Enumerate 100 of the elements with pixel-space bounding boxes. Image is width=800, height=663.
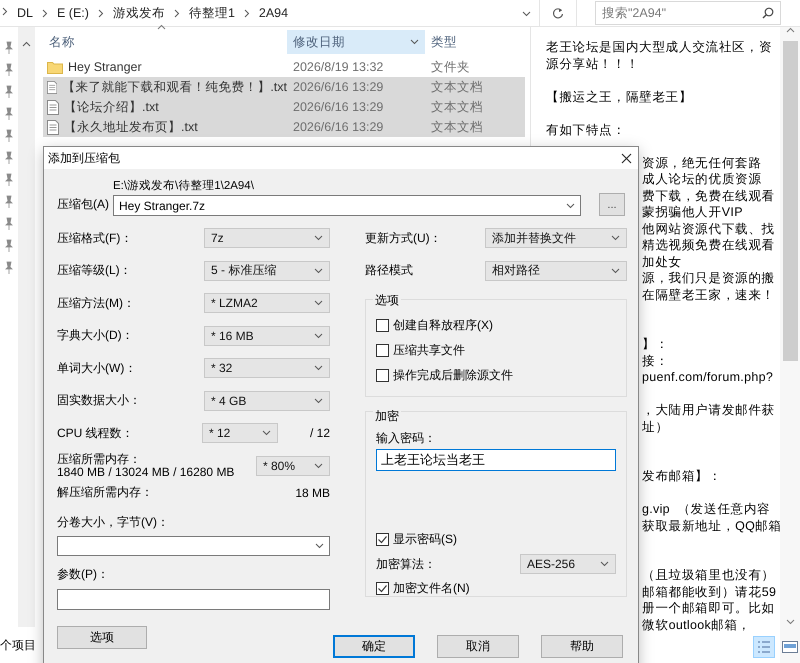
field-label: 更新方式(U)： <box>365 230 442 247</box>
parameters-field[interactable] <box>57 588 330 610</box>
preview-text-line: 册一个邮箱即可。比如 <box>642 600 775 616</box>
checkbox[interactable] <box>376 533 389 546</box>
dropdown[interactable]: * 16 MB <box>204 326 330 346</box>
checkbox-label: 操作完成后删除源文件 <box>393 367 513 384</box>
dropdown[interactable]: * 32 <box>204 358 330 378</box>
file-row[interactable]: 【来了就能下载和观看！纯免费！】.txt 2026/6/16 13:29 文本文档 <box>43 77 525 97</box>
details-view-icon[interactable] <box>753 636 775 658</box>
breadcrumb-item[interactable]: 游戏发布 <box>112 4 165 22</box>
dropdown[interactable]: 7z <box>204 228 330 248</box>
memory-usage: 1840 MB / 13024 MB / 16280 MB <box>57 466 234 478</box>
field-label: 解压缩所需内存： <box>57 484 153 501</box>
dropdown[interactable]: * 12 <box>202 423 278 444</box>
field-label: 单词大小(W)： <box>57 360 136 377</box>
preview-text-line: 费下载，免费在线观看 <box>642 188 775 204</box>
file-row[interactable]: Hey Stranger 2026/8/19 13:32 文件夹 <box>43 57 525 77</box>
scrollbar-thumb[interactable] <box>782 41 798 361</box>
chevron-up-icon <box>786 27 794 33</box>
status-text: 个项目 <box>0 637 37 654</box>
archive-name-field[interactable]: Hey Stranger.7z <box>113 195 581 216</box>
dropdown[interactable]: 添加并替换文件 <box>485 228 627 248</box>
checkbox[interactable] <box>376 582 389 595</box>
dropdown[interactable]: * LZMA2 <box>204 293 330 314</box>
scrollbar[interactable] <box>780 27 800 663</box>
preview-text-line: 邮箱都能收到）请花59 <box>642 584 776 600</box>
file-name: Hey Stranger <box>68 60 142 74</box>
breadcrumb-item[interactable]: DL <box>17 6 33 20</box>
preview-text-line: 老王论坛是国内大型成人交流社区，资 <box>546 39 772 56</box>
file-name: 【永久地址发布页】.txt <box>64 118 198 136</box>
refresh-icon[interactable] <box>552 7 564 19</box>
dropdown-icon[interactable] <box>522 11 531 17</box>
dropdown[interactable]: * 4 GB <box>204 390 330 411</box>
file-date: 2026/6/16 13:29 <box>292 100 384 114</box>
dialog-button[interactable]: 取消 <box>437 635 519 658</box>
breadcrumb-item[interactable]: 2A94 <box>258 6 288 20</box>
dialog-button[interactable]: 帮助 <box>541 635 623 658</box>
scrollbar[interactable] <box>18 27 35 627</box>
file-date: 2026/6/16 13:29 <box>292 80 384 94</box>
checkbox[interactable] <box>376 369 389 382</box>
preview-text-line: 源分享站！！！ <box>546 56 640 72</box>
preview-text-line: 精选视频免费在线观看 <box>642 237 775 254</box>
preview-text-line: 址） <box>642 418 669 435</box>
dropdown[interactable]: AES-256 <box>520 554 616 574</box>
dialog-button[interactable]: 确定 <box>333 635 415 658</box>
volume-size-dropdown[interactable] <box>57 536 330 556</box>
preview-view-icon[interactable] <box>781 639 799 655</box>
field-label: 输入密码： <box>376 430 437 446</box>
field-label: 分卷大小，字节(V)： <box>57 514 170 531</box>
options-button[interactable]: 选项 <box>57 626 147 648</box>
chevron-right-icon <box>42 8 48 18</box>
preview-text-line: 有如下特点： <box>546 122 626 138</box>
checkbox[interactable] <box>376 344 389 357</box>
checkbox-label: 创建自释放程序(X) <box>393 317 493 334</box>
file-row[interactable]: 【永久地址发布页】.txt 2026/6/16 13:29 文本文档 <box>43 117 525 137</box>
pin-icon <box>4 63 14 77</box>
preview-text-line: 发布邮箱】： <box>642 468 722 484</box>
text-file-icon <box>47 80 58 94</box>
file-type: 文本文档 <box>430 98 484 116</box>
dropdown[interactable]: 5 - 标准压缩 <box>204 260 330 281</box>
dropdown[interactable]: 相对路径 <box>485 260 627 281</box>
search-icon <box>762 7 774 19</box>
preview-text-line: g.vip （发送任意内容 <box>642 501 771 518</box>
close-icon[interactable] <box>621 152 632 164</box>
browse-button[interactable]: ... <box>599 193 625 216</box>
field-label: 压缩方法(M)： <box>57 294 135 312</box>
sort-caret-icon <box>157 24 166 30</box>
preview-text-line: 【搬运之王，隔壁老王】 <box>546 88 692 105</box>
field-label: 路径模式 <box>365 262 413 280</box>
pin-icon <box>4 129 14 143</box>
chevron-right-icon <box>174 8 180 18</box>
field-label: 压缩所需内存： <box>57 452 142 466</box>
pin-icon <box>4 85 14 99</box>
preview-text-line: 加处女 <box>642 254 682 270</box>
folder-icon <box>47 60 63 74</box>
search-field[interactable]: 搜索"2A94" <box>595 1 781 25</box>
pin-icon <box>4 151 14 165</box>
file-date: 2026/8/19 13:32 <box>292 60 384 74</box>
checkbox[interactable] <box>376 319 389 332</box>
column-header[interactable]: 类型 <box>425 30 525 54</box>
chevron-icon <box>314 332 323 339</box>
pin-icon <box>4 261 14 275</box>
preview-text-line: 源，我们只是资源的搬 <box>642 270 775 286</box>
chevron-icon <box>566 202 575 208</box>
pin-icon <box>4 195 14 209</box>
file-row[interactable]: 【论坛介绍】.txt 2026/6/16 13:29 文本文档 <box>43 97 525 117</box>
column-header[interactable]: 名称 <box>43 30 287 54</box>
column-header[interactable]: 修改日期 <box>287 30 425 54</box>
breadcrumb-item[interactable]: E (E:) <box>56 6 89 20</box>
file-type: 文本文档 <box>430 118 484 136</box>
text-file-icon <box>47 120 59 134</box>
group-title: 选项 <box>373 292 401 309</box>
breadcrumb-item[interactable]: 待整理1 <box>188 4 235 22</box>
preview-text-line: 资源，绝无任何套路 <box>642 154 762 171</box>
pin-icon <box>4 239 14 253</box>
dropdown[interactable]: * 80% <box>256 456 330 476</box>
chevron-icon <box>314 462 323 468</box>
preview-text-line: ，大陆用户请发邮件获 <box>642 402 775 418</box>
password-field[interactable]: 上老王论坛当老王 <box>376 449 616 471</box>
chevron-icon <box>314 300 323 306</box>
